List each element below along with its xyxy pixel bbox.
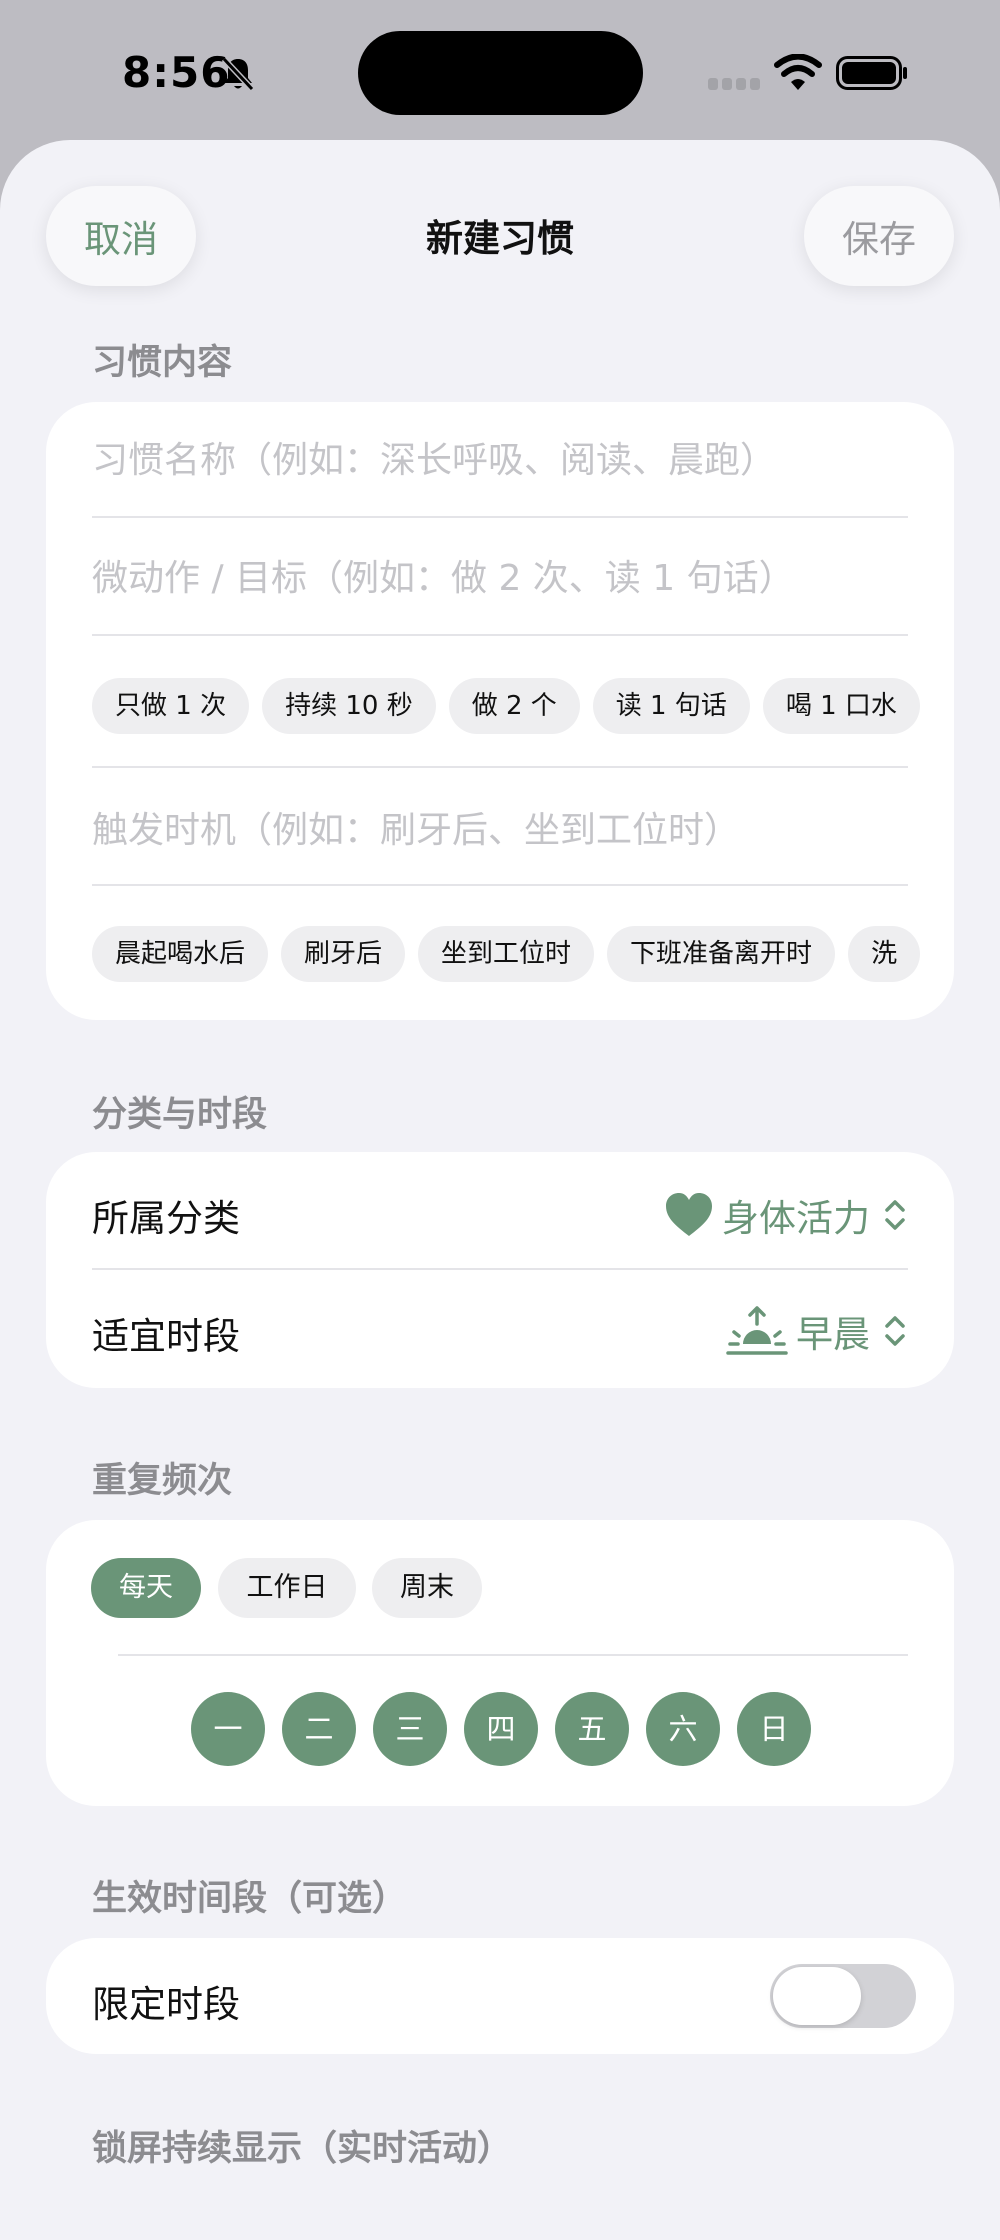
category-card: 所属分类 身体活力 适宜时段 早晨 bbox=[46, 1152, 954, 1388]
action-chip[interactable]: 喝 1 口水 bbox=[762, 678, 920, 734]
status-time: 8:56 bbox=[122, 48, 231, 97]
action-chip[interactable]: 做 2 个 bbox=[448, 678, 580, 734]
trigger-suggestion-chips: 晨起喝水后 刷牙后 坐到工位时 下班准备离开时洗 bbox=[92, 926, 954, 982]
active-period-card: 限定时段 bbox=[46, 1938, 954, 2054]
category-picker[interactable]: 身体活力 bbox=[664, 1188, 906, 1242]
weekday-thu[interactable]: 四 bbox=[464, 1692, 538, 1766]
trigger-chip[interactable]: 刷牙后 bbox=[281, 926, 406, 982]
period-picker[interactable]: 早晨 bbox=[726, 1304, 906, 1358]
section-header-content: 习惯内容 bbox=[92, 343, 233, 383]
chevron-updown-icon bbox=[885, 1200, 905, 1230]
divider bbox=[92, 516, 908, 518]
action-suggestion-chips: 只做 1 次持续 10 秒做 2 个读 1 句话喝 1 口水 bbox=[92, 678, 954, 734]
frequency-option-weekends[interactable]: 周末 bbox=[372, 1558, 482, 1618]
period-value: 早晨 bbox=[796, 1313, 870, 1356]
trigger-input[interactable] bbox=[92, 800, 912, 860]
habit-content-card: 只做 1 次持续 10 秒做 2 个读 1 句话喝 1 口水 晨起喝水后刷牙后坐… bbox=[46, 402, 954, 1020]
dynamic-island bbox=[358, 31, 643, 115]
trigger-chip[interactable]: 晨起喝水后 bbox=[92, 926, 269, 982]
weekday-tue[interactable]: 二 bbox=[282, 1692, 356, 1766]
category-value: 身体活力 bbox=[722, 1197, 870, 1240]
period-label: 适宜时段 bbox=[92, 1315, 240, 1358]
category-row[interactable]: 所属分类 身体活力 bbox=[46, 1152, 954, 1270]
limit-period-toggle[interactable] bbox=[770, 1964, 916, 2028]
trigger-chip[interactable]: 下班准备离开时 bbox=[607, 926, 836, 982]
period-row[interactable]: 适宜时段 早晨 bbox=[46, 1270, 954, 1388]
divider bbox=[92, 884, 908, 886]
weekday-mon[interactable]: 一 bbox=[191, 1692, 265, 1766]
frequency-card: 每天 工作日 周末 一 二 三 四 五 六 日 bbox=[46, 1520, 954, 1806]
weekday-wed[interactable]: 三 bbox=[373, 1692, 447, 1766]
heart-icon bbox=[666, 1193, 712, 1236]
cellular-signal-icon bbox=[708, 78, 760, 90]
battery-icon bbox=[836, 56, 907, 90]
action-chip[interactable]: 只做 1 次 bbox=[92, 678, 250, 734]
weekday-sat[interactable]: 六 bbox=[646, 1692, 720, 1766]
section-header-frequency: 重复频次 bbox=[92, 1461, 233, 1501]
divider bbox=[92, 634, 908, 636]
section-header-category: 分类与时段 bbox=[92, 1095, 268, 1135]
habit-name-input[interactable] bbox=[92, 430, 912, 490]
wifi-icon bbox=[774, 54, 822, 90]
bell-muted-icon bbox=[221, 56, 255, 92]
divider bbox=[118, 1654, 908, 1656]
divider bbox=[92, 766, 908, 768]
trigger-chip[interactable]: 坐到工位时 bbox=[418, 926, 595, 982]
sunrise-icon bbox=[726, 1306, 788, 1355]
save-button[interactable]: 保存 bbox=[804, 186, 954, 286]
weekday-sun[interactable]: 日 bbox=[737, 1692, 811, 1766]
chevron-updown-icon bbox=[885, 1316, 905, 1346]
frequency-option-daily[interactable]: 每天 bbox=[91, 1558, 201, 1618]
toggle-knob bbox=[773, 1967, 861, 2025]
action-chip[interactable]: 读 1 句话 bbox=[592, 678, 750, 734]
action-chip[interactable]: 持续 10 秒 bbox=[262, 678, 436, 734]
trigger-chip[interactable]: 洗 bbox=[848, 926, 921, 982]
frequency-option-weekdays[interactable]: 工作日 bbox=[218, 1558, 356, 1618]
status-bar: 8:56 bbox=[0, 0, 1000, 140]
weekday-fri[interactable]: 五 bbox=[555, 1692, 629, 1766]
section-header-lockscreen: 锁屏持续显示（实时活动） bbox=[92, 2129, 513, 2169]
micro-action-input[interactable] bbox=[92, 548, 912, 608]
limit-period-label: 限定时段 bbox=[92, 1983, 240, 2026]
category-label: 所属分类 bbox=[92, 1197, 240, 1240]
section-header-active-period: 生效时间段（可选） bbox=[92, 1879, 408, 1919]
